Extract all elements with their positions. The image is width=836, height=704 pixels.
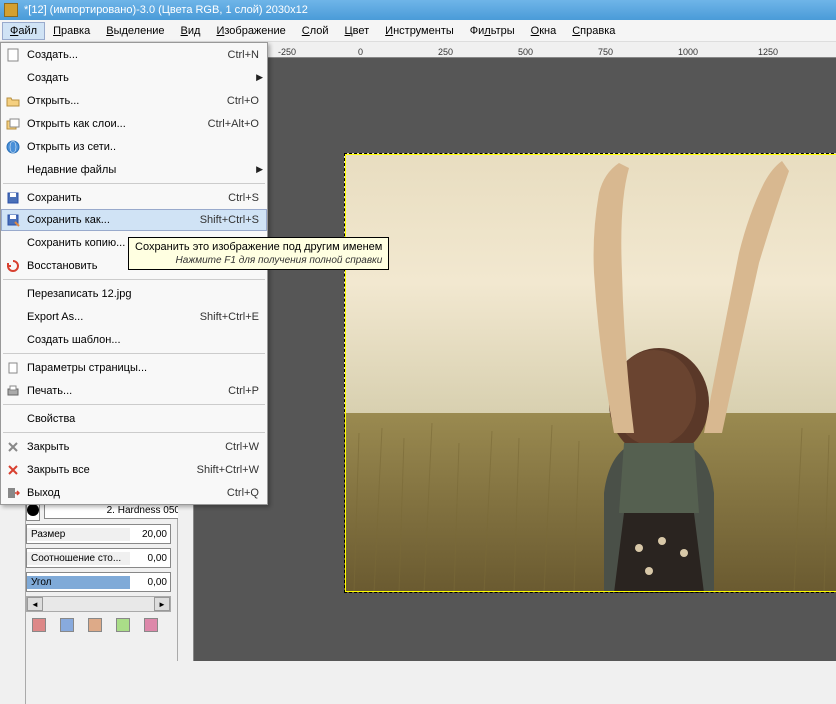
menu-image[interactable]: Изображение bbox=[208, 22, 293, 40]
panel-tabs bbox=[26, 618, 171, 632]
angle-value[interactable]: 0,00 bbox=[130, 576, 170, 589]
ruler-mark: 250 bbox=[438, 47, 453, 57]
close-icon bbox=[5, 439, 21, 455]
menu-item-create[interactable]: Создать ▶ bbox=[1, 66, 267, 89]
canvas-viewport[interactable] bbox=[194, 58, 836, 661]
menu-separator bbox=[3, 279, 265, 280]
tooltip: Сохранить это изображение под другим име… bbox=[128, 237, 389, 270]
ruler-mark: 1000 bbox=[678, 47, 698, 57]
menu-item-save-as[interactable]: Сохранить как... Shift+Ctrl+S bbox=[1, 209, 267, 231]
ratio-value[interactable]: 0,00 bbox=[130, 552, 170, 565]
menu-file[interactable]: Файл bbox=[2, 22, 45, 40]
close-all-icon bbox=[5, 462, 21, 478]
tab-thumb[interactable] bbox=[60, 618, 74, 632]
panel-scrollbar[interactable]: ◄ ► bbox=[26, 596, 171, 612]
submenu-arrow-icon: ▶ bbox=[256, 72, 263, 83]
size-value[interactable]: 20,00 bbox=[130, 528, 170, 541]
size-label: Размер bbox=[27, 528, 130, 541]
menu-item-save[interactable]: Сохранить Ctrl+S bbox=[1, 186, 267, 209]
menu-item-open-web[interactable]: Открыть из сети.. bbox=[1, 135, 267, 158]
tab-thumb[interactable] bbox=[144, 618, 158, 632]
folder-open-icon bbox=[5, 93, 21, 109]
quit-icon bbox=[5, 485, 21, 501]
globe-icon bbox=[5, 139, 21, 155]
ruler-mark: -250 bbox=[278, 47, 296, 57]
tooltip-hint: Нажмите F1 для получения полной справки bbox=[135, 255, 382, 266]
file-menu-dropdown: Создать... Ctrl+N Создать ▶ Открыть... C… bbox=[0, 42, 268, 505]
revert-icon bbox=[5, 258, 21, 274]
titlebar: *[12] (импортировано)-3.0 (Цвета RGB, 1 … bbox=[0, 0, 836, 20]
menu-item-close[interactable]: Закрыть Ctrl+W bbox=[1, 435, 267, 458]
menu-item-quit[interactable]: Выход Ctrl+Q bbox=[1, 481, 267, 504]
menu-item-overwrite[interactable]: Перезаписать 12.jpg bbox=[1, 282, 267, 305]
ruler-mark: 750 bbox=[598, 47, 613, 57]
ruler-mark: 500 bbox=[518, 47, 533, 57]
menu-item-open[interactable]: Открыть... Ctrl+O bbox=[1, 89, 267, 112]
menu-select[interactable]: Выделение bbox=[98, 22, 172, 40]
menu-item-page-setup[interactable]: Параметры страницы... bbox=[1, 356, 267, 379]
menu-separator bbox=[3, 183, 265, 184]
menu-item-close-all[interactable]: Закрыть все Shift+Ctrl+W bbox=[1, 458, 267, 481]
submenu-arrow-icon: ▶ bbox=[256, 164, 263, 175]
horizontal-ruler[interactable]: -500 -250 0 250 500 750 1000 1250 bbox=[178, 42, 836, 58]
canvas-image[interactable] bbox=[344, 153, 836, 593]
ratio-label: Соотношение сто... bbox=[27, 552, 130, 565]
tooltip-text: Сохранить это изображение под другим име… bbox=[135, 241, 382, 253]
angle-label: Угол bbox=[27, 576, 130, 589]
menu-item-export[interactable]: Export As... Shift+Ctrl+E bbox=[1, 305, 267, 328]
menu-separator bbox=[3, 353, 265, 354]
menu-item-open-layers[interactable]: Открыть как слои... Ctrl+Alt+O bbox=[1, 112, 267, 135]
menu-windows[interactable]: Окна bbox=[523, 22, 565, 40]
menubar: Файл Правка Выделение Вид Изображение Сл… bbox=[0, 20, 836, 42]
app-icon bbox=[4, 3, 18, 17]
menu-item-template[interactable]: Создать шаблон... bbox=[1, 328, 267, 351]
ruler-mark: 0 bbox=[358, 47, 363, 57]
menu-item-recent[interactable]: Недавние файлы ▶ bbox=[1, 158, 267, 181]
page-setup-icon bbox=[5, 360, 21, 376]
print-icon bbox=[5, 383, 21, 399]
new-file-icon bbox=[5, 47, 21, 63]
menu-item-properties[interactable]: Свойства bbox=[1, 407, 267, 430]
menu-separator bbox=[3, 404, 265, 405]
menu-edit[interactable]: Правка bbox=[45, 22, 98, 40]
menu-help[interactable]: Справка bbox=[564, 22, 623, 40]
selection-marquee bbox=[344, 153, 836, 593]
scroll-right-icon[interactable]: ► bbox=[154, 597, 170, 611]
canvas-area: -500 -250 0 250 500 750 1000 1250 bbox=[178, 42, 836, 661]
menu-layer[interactable]: Слой bbox=[294, 22, 337, 40]
layers-icon bbox=[5, 116, 21, 132]
menu-color[interactable]: Цвет bbox=[337, 22, 378, 40]
menu-item-print[interactable]: Печать... Ctrl+P bbox=[1, 379, 267, 402]
tab-thumb[interactable] bbox=[88, 618, 102, 632]
tab-thumb[interactable] bbox=[32, 618, 46, 632]
ruler-mark: 1250 bbox=[758, 47, 778, 57]
menu-separator bbox=[3, 432, 265, 433]
menu-filters[interactable]: Фильтры bbox=[462, 22, 523, 40]
menu-item-new[interactable]: Создать... Ctrl+N bbox=[1, 43, 267, 66]
menu-tools[interactable]: Инструменты bbox=[377, 22, 462, 40]
titlebar-text: *[12] (импортировано)-3.0 (Цвета RGB, 1 … bbox=[24, 4, 308, 16]
tab-thumb[interactable] bbox=[116, 618, 130, 632]
save-as-icon bbox=[5, 212, 21, 228]
scroll-left-icon[interactable]: ◄ bbox=[27, 597, 43, 611]
save-icon bbox=[5, 190, 21, 206]
menu-view[interactable]: Вид bbox=[173, 22, 209, 40]
